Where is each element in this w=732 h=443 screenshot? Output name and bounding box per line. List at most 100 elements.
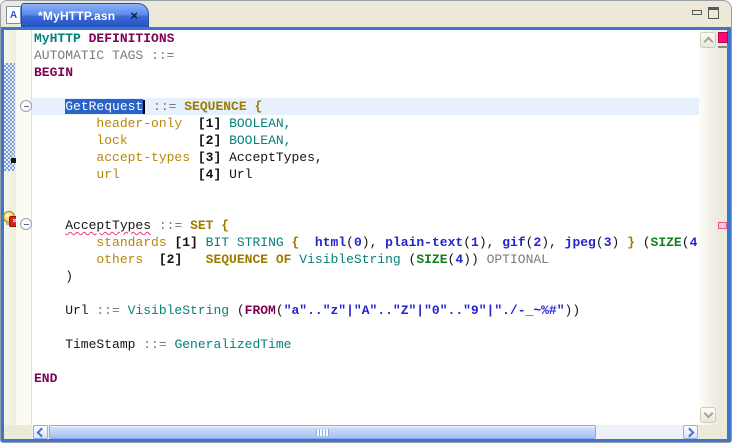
code-token: SEQUENCE OF bbox=[206, 252, 292, 267]
code-token: BIT STRING bbox=[206, 235, 284, 250]
code-line: AUTOMATIC TAGS ::= bbox=[32, 47, 699, 64]
tab-myhttp-asn[interactable]: *MyHTTP.asn × bbox=[21, 3, 149, 27]
code-token: VisibleString bbox=[299, 252, 400, 267]
code-token bbox=[34, 116, 96, 131]
code-lines: MyHTTP DEFINITIONSAUTOMATIC TAGS ::=BEGI… bbox=[32, 30, 699, 387]
code-token: )) bbox=[565, 303, 581, 318]
code-token bbox=[128, 133, 198, 148]
code-token: [2] bbox=[198, 133, 221, 148]
code-token: ( bbox=[346, 235, 354, 250]
fold-collapse-icon-getrequest[interactable] bbox=[20, 100, 32, 112]
code-line bbox=[32, 353, 699, 370]
scroll-down-button bbox=[700, 407, 716, 423]
overview-error-marker[interactable] bbox=[718, 222, 727, 229]
overview-error-header-icon bbox=[718, 32, 728, 43]
minimize-icon bbox=[692, 10, 702, 15]
editor-window: A *MyHTTP.asn × × MyHTTP DEFINITIONSAUTO… bbox=[0, 0, 732, 443]
code-line: MyHTTP DEFINITIONS bbox=[32, 30, 699, 47]
code-token bbox=[221, 133, 229, 148]
chevron-left-icon bbox=[37, 427, 47, 437]
code-line: others [2] SEQUENCE OF VisibleString (SI… bbox=[32, 251, 699, 268]
code-token: ::= bbox=[89, 303, 128, 318]
code-token: accept-types bbox=[96, 150, 190, 165]
code-line: ) bbox=[32, 268, 699, 285]
code-token: plain-text bbox=[385, 235, 463, 250]
code-token: SIZE bbox=[416, 252, 447, 267]
code-line: BEGIN bbox=[32, 64, 699, 81]
code-line: url [4] Url bbox=[32, 166, 699, 183]
chevron-right-icon bbox=[685, 427, 695, 437]
code-token: ( bbox=[635, 235, 651, 250]
code-token: ( bbox=[401, 252, 417, 267]
scrollbar-grip bbox=[316, 429, 329, 436]
scroll-right-button[interactable] bbox=[683, 425, 698, 439]
fold-collapse-icon-accepttypes[interactable] bbox=[20, 218, 32, 230]
code-token: "a".."z"|"A".."Z"|"0".."9"|"./-_~%#" bbox=[284, 303, 565, 318]
code-token bbox=[120, 167, 198, 182]
code-line bbox=[32, 319, 699, 336]
error-token: AcceptTypes bbox=[65, 218, 151, 233]
minus-glyph bbox=[24, 106, 29, 107]
code-token: Url bbox=[34, 303, 89, 318]
selected-text: GetRequest bbox=[65, 99, 143, 114]
code-token: lock bbox=[96, 133, 127, 148]
code-token: url bbox=[96, 167, 119, 182]
overview-header-divider bbox=[718, 46, 728, 48]
code-token: jpeg bbox=[565, 235, 596, 250]
code-token bbox=[34, 150, 96, 165]
code-token: ( bbox=[229, 303, 245, 318]
code-token bbox=[182, 116, 198, 131]
code-token bbox=[221, 167, 229, 182]
code-token: gif bbox=[502, 235, 525, 250]
code-token bbox=[34, 235, 96, 250]
code-token: ) bbox=[612, 235, 628, 250]
code-token: [1] bbox=[174, 235, 197, 250]
code-line bbox=[32, 81, 699, 98]
code-token: Url bbox=[229, 167, 252, 182]
code-token: [3] bbox=[198, 150, 221, 165]
code-token: } bbox=[627, 235, 635, 250]
code-token: [1] bbox=[198, 116, 221, 131]
code-token: DEFINITIONS bbox=[89, 31, 175, 46]
chevron-up-icon bbox=[703, 37, 713, 47]
code-line: END bbox=[32, 370, 699, 387]
code-token bbox=[221, 150, 229, 165]
code-token: ::= bbox=[135, 337, 174, 352]
code-token: ::= bbox=[151, 218, 190, 233]
code-token bbox=[221, 116, 229, 131]
code-token: MyHTTP bbox=[34, 31, 81, 46]
code-token: SEQUENCE { bbox=[184, 99, 262, 114]
tab-title: *MyHTTP.asn bbox=[38, 9, 124, 23]
code-token bbox=[299, 235, 315, 250]
horizontal-scrollbar-thumb[interactable] bbox=[49, 425, 596, 439]
bottom-left-corner bbox=[4, 425, 32, 439]
code-token: ), bbox=[541, 235, 564, 250]
code-token bbox=[143, 252, 159, 267]
code-token: ), bbox=[479, 235, 502, 250]
code-line bbox=[32, 183, 699, 200]
frame-border-bottom bbox=[1, 439, 732, 443]
code-token: 0 bbox=[354, 235, 362, 250]
code-line bbox=[32, 285, 699, 302]
code-token: ( bbox=[682, 235, 690, 250]
code-line: GetRequest ::= SEQUENCE { bbox=[32, 98, 699, 115]
code-token: others bbox=[96, 252, 143, 267]
code-token: 1 bbox=[471, 235, 479, 250]
scroll-left-button[interactable] bbox=[33, 425, 48, 439]
scroll-up-button bbox=[700, 32, 716, 48]
frame-border-right bbox=[727, 27, 732, 443]
code-line: lock [2] BOOLEAN, bbox=[32, 132, 699, 149]
code-token: [2] bbox=[159, 252, 182, 267]
code-token bbox=[34, 99, 65, 114]
minimize-button[interactable] bbox=[689, 5, 705, 21]
code-editor[interactable]: MyHTTP DEFINITIONSAUTOMATIC TAGS ::=BEGI… bbox=[32, 30, 699, 425]
vertical-scrollbar bbox=[699, 30, 717, 425]
editor-tab-bar: A *MyHTTP.asn × bbox=[1, 1, 732, 27]
code-token bbox=[34, 218, 65, 233]
tab-close-icon[interactable]: × bbox=[130, 9, 138, 22]
code-token: ::= bbox=[145, 99, 184, 114]
maximize-button[interactable] bbox=[706, 5, 722, 21]
code-line: TimeStamp ::= GeneralizedTime bbox=[32, 336, 699, 353]
range-indicator bbox=[4, 63, 15, 171]
code-token bbox=[34, 133, 96, 148]
